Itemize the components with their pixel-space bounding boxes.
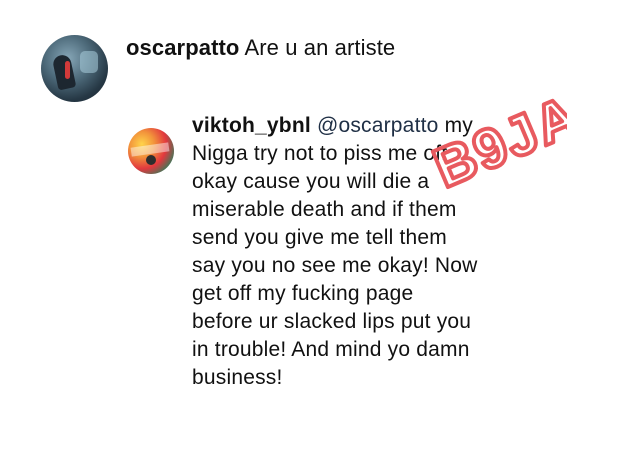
comment-text: Are u an artiste	[244, 35, 396, 60]
reply-line-1: Nigga try not to piss me off	[192, 142, 447, 165]
avatar-figure	[51, 53, 77, 91]
reply-first-line: viktoh_ybnl @oscarpatto my	[192, 112, 582, 140]
reply-line-2: okay cause you will die a	[192, 170, 430, 193]
avatar-accent	[65, 61, 70, 79]
reply-username[interactable]: viktoh_ybnl	[192, 114, 311, 137]
reply-line-9: business!	[192, 366, 283, 389]
reply-avatar[interactable]	[128, 128, 174, 174]
reply-line-5: say you no see me okay! Now	[192, 254, 478, 277]
avatar-background-shape	[80, 51, 98, 73]
reply-line-3: miserable death and if them	[192, 198, 457, 221]
reply-line-0: my	[444, 114, 473, 137]
comment-line: oscarpatto Are u an artiste	[126, 35, 395, 61]
comment-avatar[interactable]	[41, 35, 108, 102]
reply-line-6: get off my fucking page	[192, 282, 414, 305]
reply-comment: viktoh_ybnl @oscarpatto my Nigga try not…	[192, 112, 582, 392]
comment-username[interactable]: oscarpatto	[126, 35, 239, 60]
reply-line-7: before ur slacked lips put you	[192, 310, 472, 333]
avatar-dot	[146, 155, 156, 165]
reply-mention[interactable]: @oscarpatto	[317, 114, 439, 137]
reply-line-8: in trouble! And mind yo damn	[192, 338, 470, 361]
reply-line-4: send you give me tell them	[192, 226, 447, 249]
